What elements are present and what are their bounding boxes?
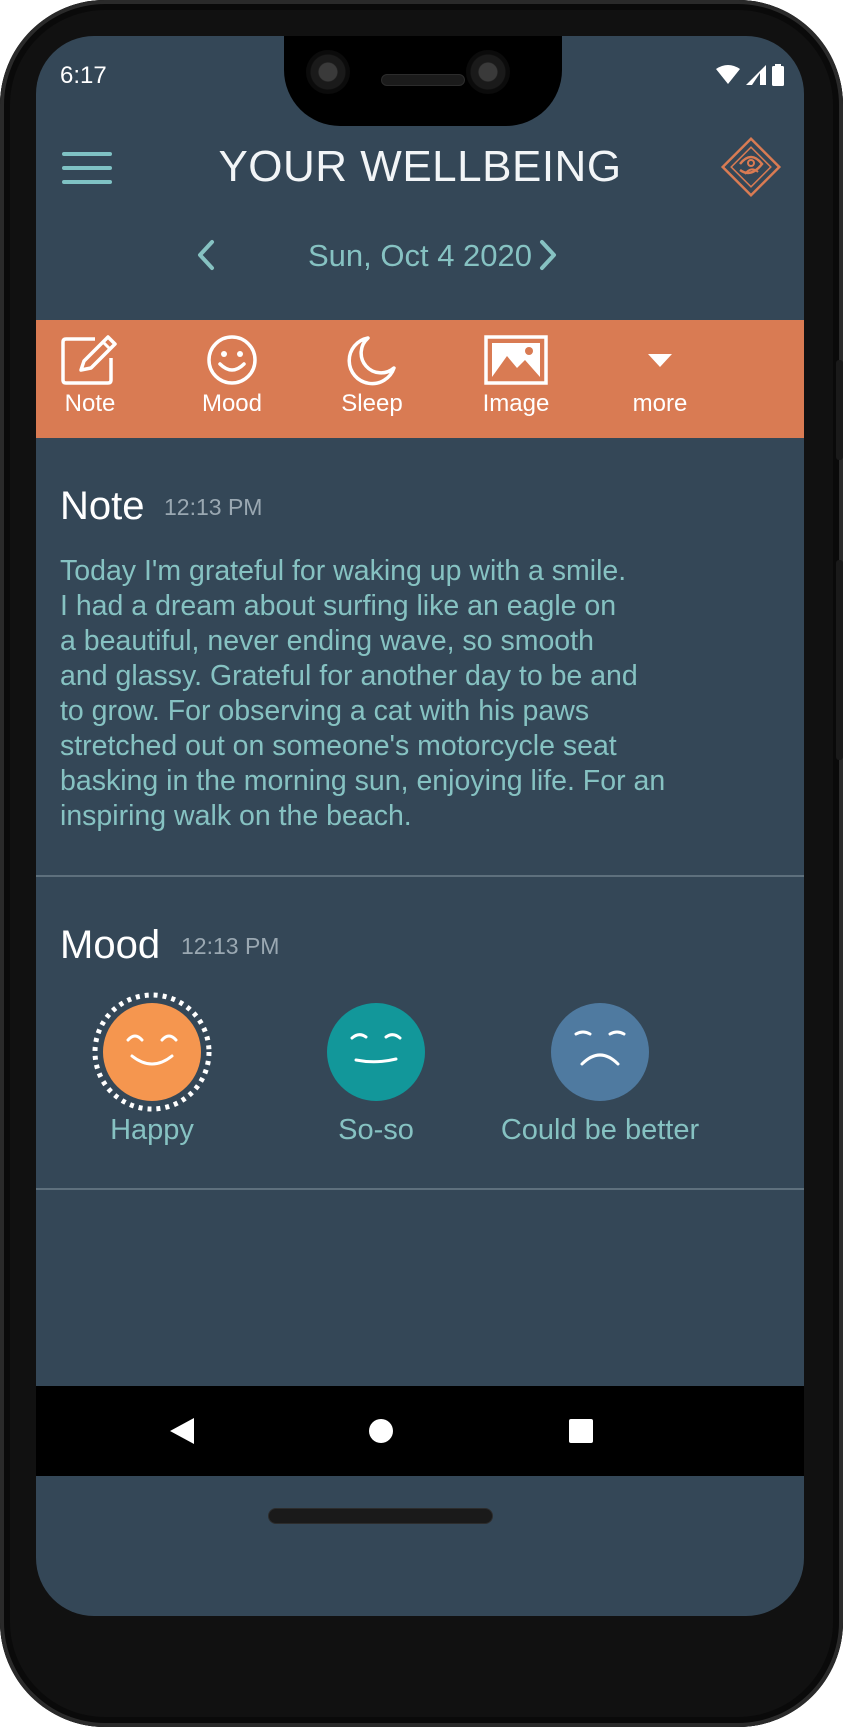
mood-time: 12:13 PM xyxy=(181,933,280,959)
back-icon[interactable] xyxy=(158,1408,204,1454)
toolbar-more-label: more xyxy=(632,390,688,417)
date-navigator: Sun, Oct 4 2020 xyxy=(36,234,804,276)
toolbar-mood-button[interactable]: Mood xyxy=(172,334,292,430)
section-divider xyxy=(36,1188,804,1190)
moon-icon xyxy=(347,336,396,386)
volume-button xyxy=(836,560,843,760)
toolbar-note-label: Note xyxy=(64,390,116,417)
mood-option-so-so[interactable]: So-so xyxy=(266,992,486,1147)
section-divider xyxy=(36,875,804,877)
toolbar-image-label: Image xyxy=(482,390,550,417)
pencil-note-icon xyxy=(61,335,117,385)
mood-label-could-be-better: Could be better xyxy=(500,1114,700,1146)
mood-label-happy: Happy xyxy=(110,1114,194,1146)
neutral-face-icon xyxy=(327,1003,425,1101)
wifi-icon xyxy=(716,65,740,84)
recents-icon[interactable] xyxy=(558,1408,604,1454)
toolbar-more-button[interactable]: more xyxy=(600,334,720,430)
toolbar-sleep-button[interactable]: Sleep xyxy=(312,334,432,430)
sad-face-icon xyxy=(551,1003,649,1101)
note-body[interactable]: Today I'm grateful for waking up with a … xyxy=(60,554,780,834)
front-camera-2 xyxy=(466,50,510,94)
phone-frame: 6:17 YOUR WELLBEING Sun, Oct 4 2020 Note… xyxy=(0,0,843,1727)
could-be-better-face xyxy=(540,992,660,1112)
bottom-speaker-grille xyxy=(268,1508,493,1524)
mood-label-so-so: So-so xyxy=(338,1114,414,1146)
system-nav-bar xyxy=(36,1386,804,1476)
toolbar-note-button[interactable]: Note xyxy=(36,334,150,430)
mood-option-happy[interactable]: Happy xyxy=(42,992,262,1147)
toolbar-sleep-label: Sleep xyxy=(341,390,403,417)
so-so-face xyxy=(316,992,436,1112)
mood-option-could-be-better[interactable]: Could be better xyxy=(490,992,710,1147)
entry-toolbar: Note Mood Sleep Image more xyxy=(36,320,804,438)
toolbar-mood-label: Mood xyxy=(201,390,263,417)
power-button xyxy=(836,360,843,460)
image-icon xyxy=(484,335,548,385)
happy-face-icon xyxy=(92,992,212,1112)
chevron-right-icon[interactable] xyxy=(532,238,562,272)
home-icon[interactable] xyxy=(358,1408,404,1454)
note-time: 12:13 PM xyxy=(164,494,263,520)
note-title: Note xyxy=(60,484,145,528)
app-title: YOUR WELLBEING xyxy=(218,142,622,191)
caret-down-icon xyxy=(648,354,672,367)
status-time: 6:17 xyxy=(60,62,107,89)
happy-face xyxy=(92,992,212,1112)
front-camera xyxy=(306,50,350,94)
earpiece-speaker xyxy=(381,74,465,86)
signal-icon xyxy=(746,65,766,85)
screen: 6:17 YOUR WELLBEING Sun, Oct 4 2020 Note… xyxy=(36,36,804,1616)
smiley-icon xyxy=(207,335,257,385)
battery-icon xyxy=(772,64,784,86)
diamond-logo-icon[interactable] xyxy=(718,134,784,200)
notch xyxy=(284,36,562,126)
status-icons xyxy=(716,64,784,86)
current-date: Sun, Oct 4 2020 xyxy=(307,238,533,273)
mood-title: Mood xyxy=(60,923,161,967)
toolbar-image-button[interactable]: Image xyxy=(456,334,576,430)
